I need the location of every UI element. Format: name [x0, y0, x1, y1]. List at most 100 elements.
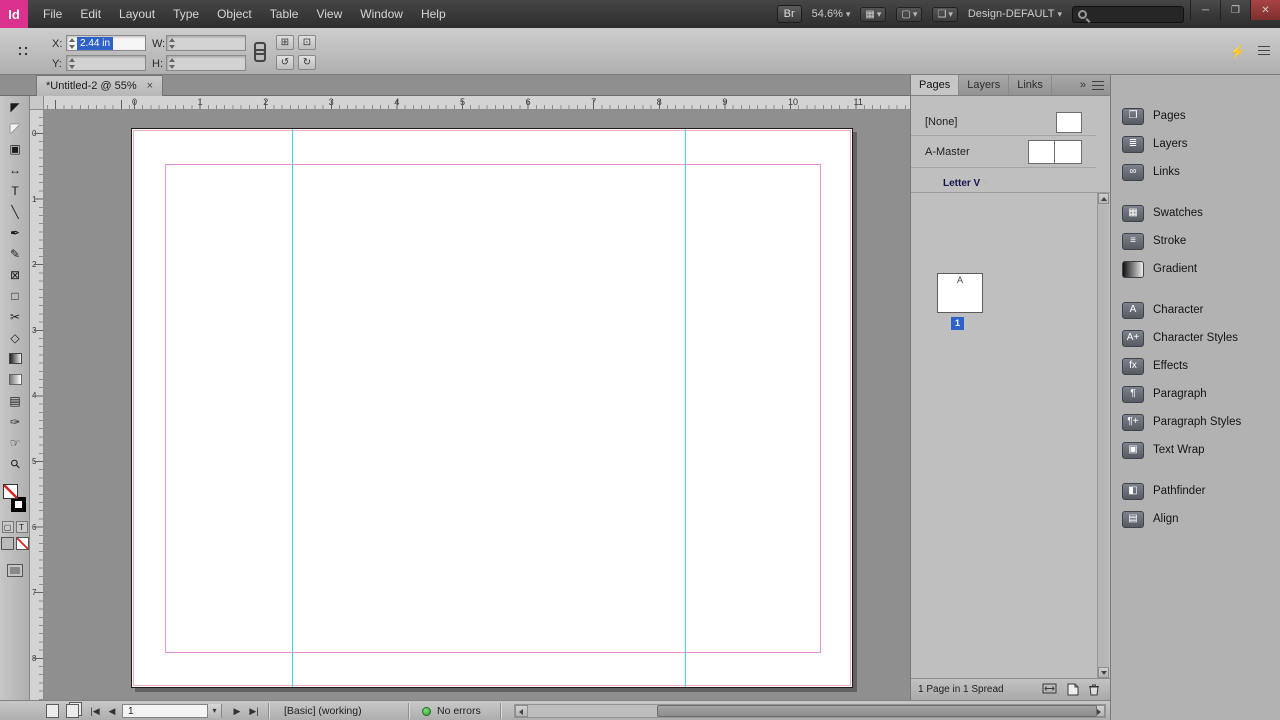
stepper-icon[interactable]: [69, 38, 76, 49]
quick-apply-icon[interactable]: ⚡: [1230, 44, 1246, 60]
formatting-affects-container-button[interactable]: ▢: [1, 521, 14, 533]
line-tool[interactable]: ╲: [0, 201, 30, 222]
scroll-up-icon[interactable]: [1098, 193, 1109, 204]
stepper-icon[interactable]: [69, 58, 76, 69]
ruler-origin-box[interactable]: [30, 96, 44, 110]
pen-tool[interactable]: ✒: [0, 222, 30, 243]
preflight-profile-dropdown[interactable]: [Basic] (working): [284, 705, 374, 717]
zoom-tool[interactable]: ⚲: [0, 453, 30, 474]
dock-item-effects[interactable]: fx Effects: [1111, 352, 1280, 380]
rectangle-tool[interactable]: □: [0, 285, 30, 306]
control-panel-menu-icon[interactable]: [1258, 46, 1270, 55]
menu-type[interactable]: Type: [164, 0, 208, 28]
scroll-left-icon[interactable]: [515, 705, 528, 717]
delete-page-icon[interactable]: [1088, 683, 1100, 696]
fill-stroke-proxy[interactable]: [0, 480, 29, 518]
note-tool[interactable]: ▤: [0, 390, 30, 411]
rotate-cw-button[interactable]: ↻: [298, 55, 316, 70]
panel-menu-icon[interactable]: [1092, 80, 1104, 90]
go-next-page-icon[interactable]: [230, 705, 244, 717]
horizontal-ruler[interactable]: 0 1 2 3 4 5 6 7 8 9 10 11: [44, 96, 910, 110]
go-last-page-icon[interactable]: [247, 705, 261, 717]
close-tab-icon[interactable]: ×: [147, 80, 153, 92]
panel-tab-layers[interactable]: Layers: [959, 75, 1010, 95]
reference-point-proxy[interactable]: [16, 44, 30, 58]
menu-edit[interactable]: Edit: [71, 0, 110, 28]
y-position-field[interactable]: [66, 55, 146, 71]
collapse-panels-icon[interactable]: [1080, 79, 1086, 91]
eyedropper-tool[interactable]: ✑: [0, 411, 30, 432]
workspace-switcher[interactable]: Design-DEFAULT: [968, 8, 1062, 20]
gradient-swatch-tool[interactable]: [0, 348, 30, 369]
stroke-proxy-icon[interactable]: [11, 497, 26, 512]
search-input[interactable]: [1072, 5, 1184, 23]
go-first-page-icon[interactable]: [88, 705, 102, 717]
dock-item-paragraph[interactable]: ¶ Paragraph: [1111, 380, 1280, 408]
preflight-status-dropdown[interactable]: No errors: [437, 705, 493, 717]
h-scrollbar[interactable]: [514, 704, 1106, 718]
page-combo-caret-icon[interactable]: [207, 704, 221, 718]
screen-mode-menu-button[interactable]: ▢: [896, 6, 923, 22]
menu-view[interactable]: View: [307, 0, 351, 28]
apply-none-button[interactable]: [15, 537, 29, 550]
gradient-feather-tool[interactable]: [0, 369, 30, 390]
page-tool[interactable]: ▣: [0, 138, 30, 159]
stepper-icon[interactable]: [169, 58, 176, 69]
master-row-none[interactable]: [None]: [911, 109, 1096, 136]
minimize-button[interactable]: ─: [1190, 0, 1220, 20]
dock-item-layers[interactable]: ≣ Layers: [1111, 130, 1280, 158]
fill-proxy-icon[interactable]: [3, 484, 18, 499]
vertical-ruler[interactable]: 0 1 2 3 4 5 6 7 8: [30, 110, 44, 700]
page-1-number[interactable]: 1: [951, 317, 964, 330]
height-field[interactable]: [166, 55, 246, 71]
new-page-icon[interactable]: [1067, 683, 1079, 696]
panel-tab-links[interactable]: Links: [1009, 75, 1052, 95]
dock-item-pages[interactable]: ❐ Pages: [1111, 102, 1280, 130]
dock-item-pathfinder[interactable]: ◧ Pathfinder: [1111, 477, 1280, 505]
zoom-level-dropdown[interactable]: 54.6%: [812, 8, 851, 20]
menu-help[interactable]: Help: [412, 0, 455, 28]
column-guide[interactable]: [292, 129, 293, 687]
dock-item-character[interactable]: A Character: [1111, 296, 1280, 324]
edit-page-size-icon[interactable]: [1042, 683, 1058, 695]
page-number-combo[interactable]: 1: [122, 704, 222, 718]
restore-button[interactable]: ❐: [1220, 0, 1250, 20]
dock-item-text-wrap[interactable]: ▣ Text Wrap: [1111, 436, 1280, 464]
bridge-button[interactable]: Br: [776, 5, 802, 23]
fit-frame-button[interactable]: ⊞: [276, 35, 294, 50]
apply-color-button[interactable]: [0, 537, 14, 550]
dock-item-swatches[interactable]: ▦ Swatches: [1111, 199, 1280, 227]
scissors-tool[interactable]: ✂: [0, 306, 30, 327]
menu-window[interactable]: Window: [351, 0, 412, 28]
column-guide[interactable]: [685, 129, 686, 687]
selection-tool[interactable]: ◤: [0, 96, 30, 117]
stepper-icon[interactable]: [169, 38, 176, 49]
view-options-button[interactable]: ▦: [860, 6, 887, 22]
type-tool[interactable]: T: [0, 180, 30, 201]
dock-item-stroke[interactable]: ≡ Stroke: [1111, 227, 1280, 255]
dock-item-gradient[interactable]: Gradient: [1111, 255, 1280, 283]
rectangle-frame-tool[interactable]: ⊠: [0, 264, 30, 285]
rotate-ccw-button[interactable]: ↺: [276, 55, 294, 70]
screen-mode-normal-button[interactable]: [6, 564, 23, 577]
page-1-thumbnail[interactable]: A: [937, 273, 983, 313]
scroll-down-icon[interactable]: [1098, 667, 1109, 678]
menu-table[interactable]: Table: [261, 0, 308, 28]
status-spread-icon[interactable]: [66, 704, 79, 718]
pencil-tool[interactable]: ✎: [0, 243, 30, 264]
dock-item-paragraph-styles[interactable]: ¶+ Paragraph Styles: [1111, 408, 1280, 436]
document-page[interactable]: [131, 128, 853, 688]
h-scroll-thumb[interactable]: [657, 705, 1097, 717]
hand-tool[interactable]: ☞: [0, 432, 30, 453]
menu-layout[interactable]: Layout: [110, 0, 164, 28]
dock-item-align[interactable]: ▤ Align: [1111, 505, 1280, 533]
menu-file[interactable]: File: [34, 0, 71, 28]
dock-item-character-styles[interactable]: A+ Character Styles: [1111, 324, 1280, 352]
panel-scrollbar[interactable]: [1097, 193, 1109, 678]
width-field[interactable]: [166, 35, 246, 51]
menu-object[interactable]: Object: [208, 0, 261, 28]
x-position-field[interactable]: 2.44 in: [66, 35, 146, 51]
document-tab[interactable]: *Untitled-2 @ 55% ×: [36, 75, 164, 96]
free-transform-tool[interactable]: ◇: [0, 327, 30, 348]
master-row-a-master[interactable]: A-Master: [911, 137, 1096, 168]
